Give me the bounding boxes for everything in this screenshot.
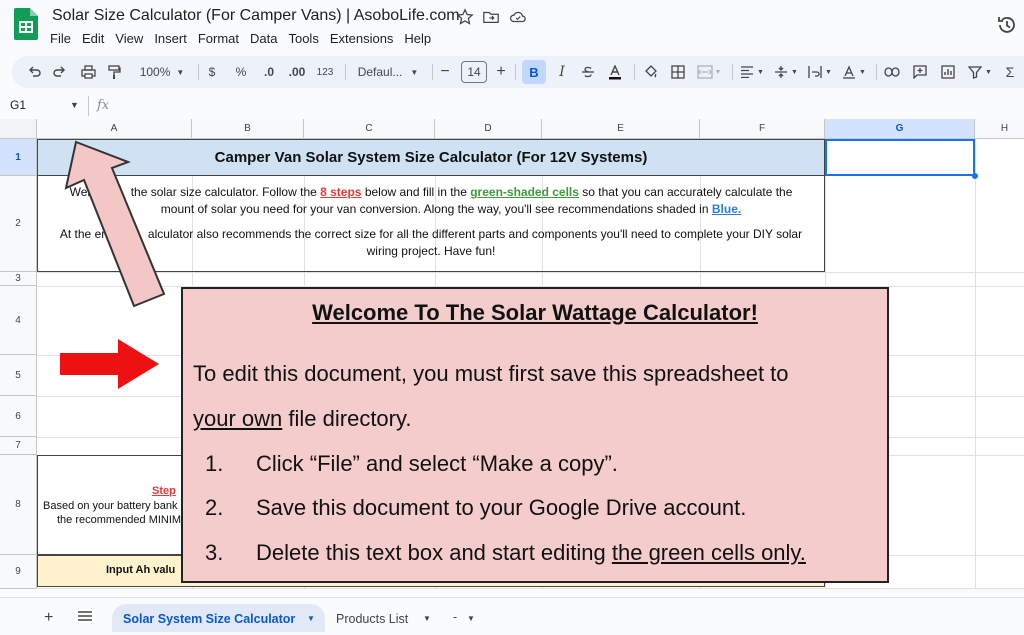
menu-help[interactable]: Help (404, 31, 437, 46)
menu-extensions[interactable]: Extensions (330, 31, 400, 46)
chevron-down-icon[interactable]: ▼ (307, 614, 315, 623)
menu-file[interactable]: File (50, 31, 77, 46)
insert-chart-icon[interactable] (938, 56, 958, 88)
text-wrapping-icon[interactable]: ▼ (806, 56, 834, 88)
percent-format-button[interactable]: % (232, 56, 250, 88)
fill-color-icon[interactable] (640, 56, 660, 88)
italic-button[interactable]: I (552, 56, 572, 88)
menu-format[interactable]: Format (198, 31, 245, 46)
google-sheets-logo-icon[interactable] (14, 8, 38, 40)
strikethrough-icon[interactable] (578, 56, 598, 88)
name-box[interactable]: G1 (10, 98, 26, 112)
select-all-corner[interactable] (0, 119, 37, 139)
horizontal-align-icon[interactable]: ▼ (738, 56, 766, 88)
insert-link-icon[interactable] (882, 56, 902, 88)
sheet-tab-label: Solar System Size Calculator (123, 612, 296, 626)
column-header-h[interactable]: H (975, 119, 1024, 139)
step-description-line1: Based on your battery bank (43, 500, 178, 512)
input-ah-label: Input Ah valu (106, 564, 176, 576)
decrease-decimal-button[interactable]: .0 (258, 56, 280, 88)
functions-icon[interactable]: Σ (1002, 56, 1018, 88)
version-history-icon[interactable] (996, 14, 1018, 36)
font-size-input[interactable]: 14 (460, 56, 488, 88)
fx-icon: fx (97, 98, 110, 113)
row-header-7[interactable]: 7 (0, 437, 37, 455)
menu-data[interactable]: Data (250, 31, 283, 46)
row-header-1[interactable]: 1 (0, 139, 37, 176)
column-header-c[interactable]: C (304, 119, 435, 139)
column-header-e[interactable]: E (542, 119, 700, 139)
vertical-align-icon[interactable]: ▼ (772, 56, 800, 88)
redo-icon[interactable] (50, 56, 70, 88)
chevron-down-icon: ▼ (410, 67, 419, 77)
paint-format-icon[interactable] (104, 56, 124, 88)
row-header-2[interactable]: 2 (0, 176, 37, 272)
zoom-select[interactable]: 100% ▼ (134, 56, 190, 88)
instruction-item: 1. Click “File” and select “Make a copy”. (205, 451, 618, 476)
column-header-g[interactable]: G (825, 119, 975, 139)
instruction-item: 2. Save this document to your Google Driv… (205, 495, 747, 520)
column-header-f[interactable]: F (700, 119, 825, 139)
add-sheet-button[interactable]: + (44, 609, 53, 627)
decrease-font-size-button[interactable]: − (438, 56, 452, 88)
chevron-down-icon[interactable]: ▼ (423, 614, 431, 623)
instruction-item: 3. Delete this text box and start editing… (205, 540, 806, 565)
sheet-tab-products-list[interactable]: Products List (336, 612, 408, 626)
row-header-6[interactable]: 6 (0, 396, 37, 437)
blue-highlight: Blue. (711, 202, 742, 216)
chevron-down-icon[interactable]: ▼ (70, 100, 79, 110)
all-sheets-menu-icon[interactable] (77, 610, 93, 622)
welcome-text-box[interactable] (181, 287, 889, 583)
insert-comment-icon[interactable] (910, 56, 930, 88)
zoom-value: 100% (139, 65, 171, 79)
step-description-line2: the recommended MINIM (57, 514, 182, 526)
move-folder-icon[interactable] (482, 8, 500, 26)
row-header-8[interactable]: 8 (0, 455, 37, 555)
text-box-title: Welcome To The Solar Wattage Calculator! (312, 300, 758, 325)
green-cells-highlight: green-shaded cells (470, 185, 579, 199)
menu-edit[interactable]: Edit (82, 31, 110, 46)
column-header-d[interactable]: D (435, 119, 542, 139)
text-color-icon[interactable] (605, 56, 625, 88)
font-name: Defaul... (357, 65, 403, 79)
text-box-paragraph: To edit this document, you must first sa… (193, 361, 789, 386)
chevron-down-icon: ▼ (176, 67, 185, 77)
filter-icon[interactable]: ▼ (966, 56, 994, 88)
row-header-5[interactable]: 5 (0, 355, 37, 396)
red-arrow-shape[interactable] (60, 338, 160, 390)
print-icon[interactable] (78, 56, 98, 88)
fill-handle[interactable] (972, 173, 978, 179)
increase-decimal-button[interactable]: .00 (286, 56, 308, 88)
menu-tools[interactable]: Tools (288, 31, 324, 46)
steps-highlight: 8 steps (320, 185, 362, 199)
star-icon[interactable] (456, 8, 474, 26)
selected-cell-g1[interactable] (825, 139, 975, 176)
column-header-b[interactable]: B (192, 119, 304, 139)
number-format-button[interactable]: 123 (314, 56, 336, 88)
currency-format-button[interactable]: $ (204, 56, 220, 88)
pink-arrow-shape[interactable] (60, 140, 180, 310)
text-box-paragraph-2: your own file directory. (193, 406, 412, 431)
increase-font-size-button[interactable]: + (494, 56, 508, 88)
text-rotation-icon[interactable]: ▼ (840, 56, 868, 88)
sheet-tab-dash[interactable]: - (453, 610, 457, 624)
step-label: Step (152, 485, 176, 497)
row-header-9[interactable]: 9 (0, 555, 37, 589)
chevron-down-icon[interactable]: ▼ (467, 614, 475, 623)
column-header-a[interactable]: A (37, 119, 192, 139)
bold-button[interactable]: B (522, 60, 546, 84)
row-header-4[interactable]: 4 (0, 286, 37, 355)
font-select[interactable]: Defaul... ▼ (352, 56, 424, 88)
cloud-status-icon[interactable] (509, 8, 527, 26)
document-title[interactable]: Solar Size Calculator (For Camper Vans) … (52, 7, 460, 25)
toolbar: 100% ▼ $ % .0 .00 123 Defaul... ▼ − 14 + B… (12, 56, 1024, 88)
merge-cells-icon[interactable]: ▼ (694, 56, 724, 88)
menu-bar: File Edit View Insert Format Data Tools … (50, 31, 442, 46)
menu-view[interactable]: View (115, 31, 149, 46)
borders-icon[interactable] (668, 56, 688, 88)
undo-icon[interactable] (24, 56, 44, 88)
menu-insert[interactable]: Insert (154, 31, 193, 46)
row-header-3[interactable]: 3 (0, 272, 37, 286)
